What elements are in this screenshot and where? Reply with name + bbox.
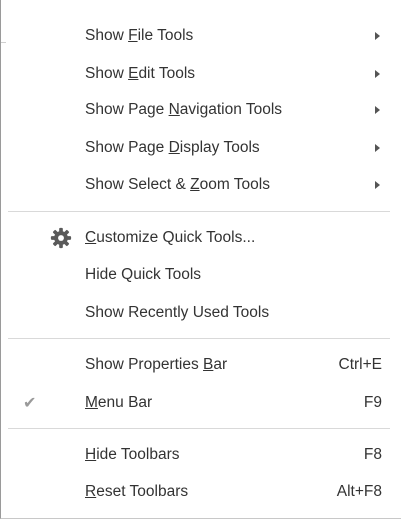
submenu-arrow-icon xyxy=(375,144,380,152)
menu-item-show-file-tools[interactable]: Show File Tools xyxy=(1,17,401,55)
menu-separator xyxy=(8,338,390,339)
menu-item-label: Show Edit Tools xyxy=(85,65,196,82)
submenu-arrow-icon xyxy=(375,32,380,40)
menu-item-label: Show Properties Bar xyxy=(85,356,228,373)
menu-separator xyxy=(8,428,390,429)
menu-item-label: Show File Tools xyxy=(85,27,194,44)
menu-item-label: Customize Quick Tools... xyxy=(85,229,256,246)
menu-item-label: Show Page Display Tools xyxy=(85,139,260,156)
shortcut-label: F8 xyxy=(363,446,382,463)
submenu-arrow-icon xyxy=(375,106,380,114)
menu-item-show-edit-tools[interactable]: Show Edit Tools xyxy=(1,55,401,93)
menu-item-label: Hide Quick Tools xyxy=(85,266,202,283)
menu-item-hide-toolbars[interactable]: Hide Toolbars F8 xyxy=(1,436,401,474)
toolbars-context-menu: Show File Tools Show Edit Tools Show Pag… xyxy=(0,0,401,519)
menu-item-reset-toolbars[interactable]: Reset Toolbars Alt+F8 xyxy=(1,473,401,511)
shortcut-label: Ctrl+E xyxy=(338,356,383,373)
menu-item-customize-quick-tools[interactable]: Customize Quick Tools... xyxy=(1,219,401,257)
menu-item-show-select-zoom-tools[interactable]: Show Select & Zoom Tools xyxy=(1,166,401,204)
menu-item-show-page-navigation-tools[interactable]: Show Page Navigation Tools xyxy=(1,91,401,129)
gear-icon xyxy=(42,219,80,257)
shortcut-label: F9 xyxy=(363,394,382,411)
menu-item-show-properties-bar[interactable]: Show Properties Bar Ctrl+E xyxy=(1,346,401,384)
menu-separator xyxy=(8,211,390,212)
menu-item-label: Show Select & Zoom Tools xyxy=(85,176,270,193)
menu-item-label: Show Recently Used Tools xyxy=(85,304,270,321)
menu-item-menu-bar[interactable]: ✔ Menu Bar F9 xyxy=(1,384,401,422)
shortcut-label: Alt+F8 xyxy=(336,483,382,500)
submenu-arrow-icon xyxy=(375,70,380,78)
menu-item-show-page-display-tools[interactable]: Show Page Display Tools xyxy=(1,129,401,167)
menu-item-label: Menu Bar xyxy=(85,394,153,411)
submenu-arrow-icon xyxy=(375,181,380,189)
menu-item-hide-quick-tools[interactable]: Hide Quick Tools xyxy=(1,256,401,294)
menu-item-label: Hide Toolbars xyxy=(85,446,180,463)
menu-item-label: Show Page Navigation Tools xyxy=(85,101,283,118)
menu-item-show-recently-used-tools[interactable]: Show Recently Used Tools xyxy=(1,294,401,332)
menu-item-label: Reset Toolbars xyxy=(85,483,189,500)
checkmark-icon: ✔ xyxy=(23,395,37,412)
